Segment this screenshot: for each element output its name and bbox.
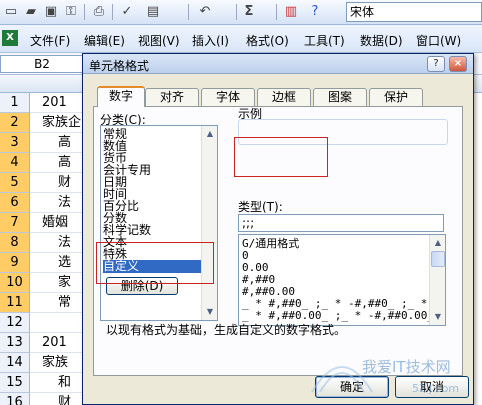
ok-button[interactable]: 确定	[315, 376, 389, 398]
row-header[interactable]: 7	[0, 213, 30, 233]
scroll-up-icon[interactable]: ▲	[203, 127, 217, 141]
scroll-up-icon[interactable]: ▲	[431, 236, 445, 250]
format-code-item[interactable]: #,##0.00	[242, 286, 295, 297]
row-header[interactable]: 10	[0, 273, 30, 293]
format-code-item[interactable]: 0.00	[242, 262, 269, 273]
save-icon[interactable]: ▣	[42, 3, 60, 21]
sheet-cell[interactable]: 婚姻	[30, 213, 86, 233]
sheet-cell[interactable]: 法	[30, 193, 86, 213]
toolbar-separator	[188, 4, 189, 20]
menu-format[interactable]: 格式(O)	[246, 32, 289, 49]
format-code-item[interactable]: 0	[242, 250, 249, 261]
row-header[interactable]: 8	[0, 233, 30, 253]
menu-file[interactable]: 文件(F)	[30, 32, 70, 49]
new-icon[interactable]: ▭	[2, 3, 20, 21]
menu-bar: X 文件(F) 编辑(E) 视图(V) 插入(I) 格式(O) 工具(T) 数据…	[0, 25, 482, 53]
sheet-cell[interactable]: 家	[30, 273, 86, 293]
dialog-titlebar: 单元格格式 ? ×	[83, 54, 473, 74]
scroll-thumb[interactable]	[431, 251, 445, 267]
sheet-cell[interactable]: 201	[30, 333, 86, 353]
close-button[interactable]: ×	[449, 56, 467, 72]
tab-patterns[interactable]: 图案	[313, 88, 367, 106]
tab-protection[interactable]: 保护	[369, 88, 423, 106]
tab-font[interactable]: 字体	[201, 88, 255, 106]
sheet-cell[interactable]: 家族企	[30, 113, 86, 133]
sheet-cell[interactable]: 财	[30, 173, 86, 193]
sum-icon[interactable]: Σ	[240, 3, 258, 21]
toolbar-separator	[236, 4, 237, 20]
font-name-field[interactable]: 宋体	[346, 2, 482, 22]
format-code-item[interactable]: G/通用格式	[242, 238, 299, 249]
help-icon[interactable]: ?	[306, 3, 324, 21]
row-header[interactable]: 5	[0, 173, 30, 193]
sheet-cell[interactable]: 高	[30, 133, 86, 153]
row-header[interactable]: 12	[0, 313, 30, 333]
format-scrollbar[interactable]: ▲ ▼	[429, 235, 445, 325]
toolbar-separator	[276, 4, 277, 20]
open-icon[interactable]: ▰	[22, 3, 40, 21]
sheet-cell[interactable]: 常	[30, 293, 86, 313]
print-icon[interactable]: ⎙	[90, 3, 108, 21]
tab-number[interactable]: 数字	[97, 86, 145, 107]
row-header[interactable]: 14	[0, 353, 30, 373]
row-header[interactable]: 16	[0, 393, 30, 405]
menu-tools[interactable]: 工具(T)	[304, 32, 345, 49]
excel-icon[interactable]: X	[2, 30, 18, 46]
tab-border[interactable]: 边框	[257, 88, 311, 106]
description-text: 以现有格式为基础，生成自定义的数字格式。	[106, 323, 347, 337]
undo-icon[interactable]: ↶	[196, 3, 214, 21]
row-header[interactable]: 13	[0, 333, 30, 353]
sheet-cell[interactable]: 高	[30, 153, 86, 173]
row-header[interactable]: 11	[0, 293, 30, 313]
number-tab-panel: 分类(C): 常规 数值 货币 会计专用 日期 时间 百分比 分数 科学记数 文本 特殊 自定义 ▲ …	[93, 106, 463, 376]
scroll-down-icon[interactable]: ▼	[203, 305, 217, 319]
menu-view[interactable]: 视图(V)	[138, 32, 180, 49]
cancel-button[interactable]: 取消	[395, 376, 469, 398]
toolbar-separator	[112, 4, 113, 20]
sheet-cell[interactable]: 选	[30, 253, 86, 273]
type-label: 类型(T):	[238, 200, 283, 214]
sheet-cell[interactable]: 家族	[30, 353, 86, 373]
row-header[interactable]: 6	[0, 193, 30, 213]
row-header[interactable]: 2	[0, 113, 30, 133]
delete-button[interactable]: 删除(D)	[106, 277, 178, 295]
sheet-cell[interactable]: 和	[30, 373, 86, 393]
format-code-list[interactable]: G/通用格式 0 0.00 #,##0 #,##0.00 _ * #,##0_ ;_ * …	[238, 234, 446, 326]
format-cells-dialog: 单元格格式 ? × 数字 对齐 字体 边框 图案 保护 分类(C): 常规 数值货…	[82, 53, 474, 405]
dialog-title: 单元格格式	[89, 59, 150, 73]
menu-insert[interactable]: 插入(I)	[192, 32, 229, 49]
menu-data[interactable]: 数据(D)	[360, 32, 403, 49]
toolbar-separator	[84, 4, 85, 20]
format-code-item[interactable]: _ * #,##0_ ;_ * -#,##0_ ;_ * "	[242, 298, 441, 309]
type-input[interactable]: ;;;	[238, 214, 444, 232]
row-header[interactable]: 4	[0, 153, 30, 173]
sheet-cell[interactable]: 201	[30, 93, 86, 113]
row-header[interactable]: 9	[0, 253, 30, 273]
spellcheck-icon[interactable]: ✓	[118, 3, 136, 21]
paste-icon[interactable]: ▤	[144, 3, 162, 21]
menu-window[interactable]: 窗口(W)	[416, 32, 461, 49]
menu-edit[interactable]: 编辑(E)	[84, 32, 125, 49]
example-box	[238, 119, 448, 145]
chart-icon[interactable]: ▥	[282, 3, 300, 21]
standard-toolbar: ▭ ▰ ▣ ⚿ ⎙ ✓ ▤ ↶ Σ ▥ ? 宋体	[0, 0, 482, 25]
row-header[interactable]: 3	[0, 133, 30, 153]
category-scrollbar[interactable]: ▲ ▼	[201, 126, 217, 320]
row-header[interactable]: 1	[0, 93, 30, 113]
format-code-item[interactable]: #,##0	[242, 274, 275, 285]
sheet-cell[interactable]: 财	[30, 393, 86, 405]
category-item[interactable]: 自定义	[103, 260, 203, 273]
sheet-cell[interactable]	[30, 313, 86, 333]
scroll-down-icon[interactable]: ▼	[431, 310, 445, 324]
sheet-cell[interactable]: 法	[30, 233, 86, 253]
name-box[interactable]: B2	[0, 55, 84, 73]
permission-icon[interactable]: ⚿	[62, 3, 80, 21]
tab-alignment[interactable]: 对齐	[145, 88, 199, 106]
format-code-item[interactable]: _ * #,##0.00_ ;_ * -#,##0.00_	[242, 310, 434, 321]
row-header[interactable]: 15	[0, 373, 30, 393]
help-button[interactable]: ?	[427, 56, 445, 72]
